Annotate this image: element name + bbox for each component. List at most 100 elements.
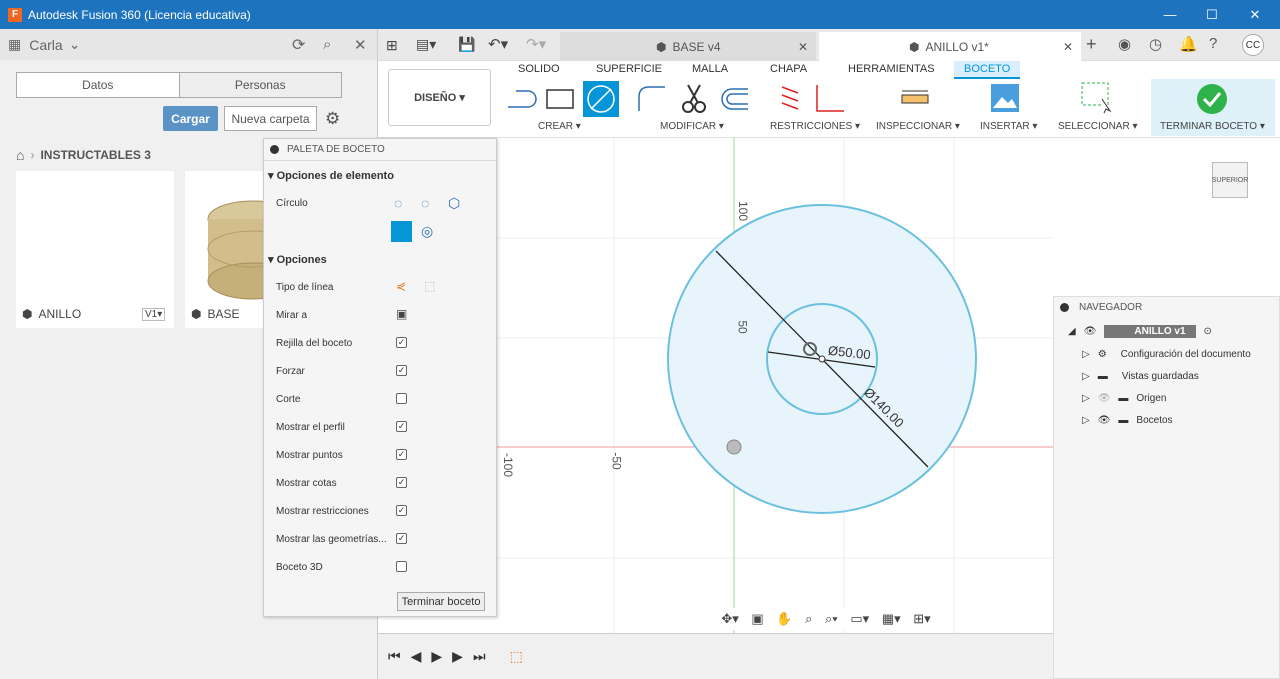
play-icon[interactable]: ▶ [431,648,442,665]
visibility-eye-icon[interactable]: 👁 [1098,393,1111,404]
workspace-selector[interactable]: DISEÑO ▾ [388,69,491,126]
tab-malla[interactable]: MALLA [692,63,728,75]
group-crear[interactable]: CREAR ▾ [538,121,581,132]
tab-anillo[interactable]: ⬢ ANILLO v1* ✕ [819,32,1081,61]
grid-settings-icon[interactable]: ▦▾ [882,611,901,627]
search-icon[interactable]: ⌕ [323,36,331,53]
checkbox-show-profile[interactable]: ✓ [396,421,407,432]
visibility-eye-icon[interactable]: 👁 [1098,415,1111,426]
tab-boceto[interactable]: BOCETO [954,61,1021,79]
fillet-icon[interactable] [635,83,667,115]
look-at-icon[interactable]: ▣ [751,611,763,627]
centerline-icon[interactable]: ⬚ [424,279,435,293]
save-icon[interactable]: 💾 [458,36,475,53]
maximize-button[interactable]: ☐ [1190,0,1234,29]
job-status-icon[interactable]: ◷ [1149,35,1162,53]
select-icon[interactable] [1080,81,1114,115]
tab-superficie[interactable]: SUPERFICIE [596,63,662,75]
grid-icon[interactable]: ⊞ [386,37,398,54]
circle-tool-icon[interactable] [583,81,619,117]
trim-icon[interactable] [678,81,710,115]
checkbox-snap[interactable]: ✓ [396,365,407,376]
breadcrumb-folder[interactable]: INSTRUCTABLES 3 [40,148,150,162]
zoom-icon[interactable]: ⌕ [805,611,812,627]
notifications-icon[interactable]: 🔔 [1179,35,1198,53]
rectangle-icon[interactable] [544,87,576,111]
pan-icon[interactable]: ✋ [776,611,792,627]
construction-line-icon[interactable]: ⋞ [396,279,406,293]
viewports-icon[interactable]: ⊞▾ [913,611,930,627]
avatar[interactable]: CC [1242,34,1264,56]
group-inspeccionar[interactable]: INSPECCIONAR ▾ [876,121,960,132]
palette-header[interactable]: PALETA DE BOCETO [264,139,496,161]
tab-personas[interactable]: Personas [178,73,341,97]
orbit-icon[interactable]: ✥▾ [721,611,738,627]
display-settings-icon[interactable]: ▭▾ [850,611,869,627]
view-cube[interactable]: SUPERIOR [1212,162,1248,198]
tree-root[interactable]: ◢ 👁 ANILLO v1 ⊙ [1068,325,1212,338]
new-folder-button[interactable]: Nueva carpeta [224,106,317,131]
go-to-end-icon[interactable]: ⏭ [473,648,486,665]
extensions-icon[interactable]: ◉ [1118,35,1131,53]
undo-icon[interactable]: ↶▾ [488,35,508,53]
checkbox-slice[interactable] [396,393,407,404]
group-terminar-boceto[interactable]: TERMINAR BOCETO ▾ [1160,121,1265,132]
checkbox-show-projected[interactable]: ✓ [396,533,407,544]
tree-item[interactable]: ▷ ▬ Vistas guardadas [1082,371,1199,382]
circle-tangent-3-icon[interactable]: ◎ [421,223,433,240]
insert-image-icon[interactable] [990,83,1020,113]
tab-solido[interactable]: SOLIDO [518,63,560,75]
minimize-button[interactable]: — [1148,0,1192,29]
navigator-header[interactable]: NAVEGADOR [1054,297,1279,317]
group-insertar[interactable]: INSERTAR ▾ [980,121,1037,132]
tab-chapa[interactable]: CHAPA [770,63,807,75]
sketch-drawing[interactable] [497,138,1053,633]
expand-arrow-icon[interactable]: ▷ [1082,371,1090,382]
checkbox-show-points[interactable]: ✓ [396,449,407,460]
measure-icon[interactable] [900,89,930,109]
new-tab-icon[interactable]: + [1086,34,1097,55]
expand-arrow-icon[interactable]: ▷ [1082,393,1090,404]
redo-icon[interactable]: ↷▾ [526,35,546,53]
offset-icon[interactable] [716,85,750,113]
gear-icon[interactable]: ⚙ [325,109,340,129]
user-name[interactable]: Carla [29,37,62,53]
collapse-icon[interactable] [270,145,279,154]
go-to-start-icon[interactable]: ⏮ [388,648,401,665]
checkbox-3d-sketch[interactable] [396,561,407,572]
tab-herramientas[interactable]: HERRAMIENTAS [848,63,935,75]
sketch-canvas[interactable]: Ø50.00 Ø140.00 100 50 -100 -50 SUPERIOR … [497,138,1248,633]
perpendicular-icon[interactable] [812,81,846,115]
sketch-feature-icon[interactable]: ⬚ [510,648,523,665]
step-back-icon[interactable]: ◀ [411,648,422,665]
file-card-base[interactable]: ⬢ BASE [185,171,265,328]
look-at-icon[interactable]: ▣ [396,307,407,321]
checkmark-icon[interactable] [1196,83,1228,115]
file-card-anillo[interactable]: ⬢ ANILLO V1▾ [16,171,174,328]
close-button[interactable]: ✕ [1233,0,1277,29]
home-icon[interactable]: ⌂ [16,147,24,163]
expand-icon[interactable]: ◢ [1068,326,1076,337]
circle-tangent-icon[interactable]: ⬡ [448,195,460,212]
section-options[interactable]: ▾ Opciones [268,253,327,266]
checkbox-sketch-grid[interactable]: ✓ [396,337,407,348]
tab-datos[interactable]: Datos [17,73,179,97]
refresh-icon[interactable]: ⟳ [292,35,305,55]
visibility-eye-icon[interactable]: 👁 [1084,326,1097,337]
step-forward-icon[interactable]: ▶ [452,648,463,665]
group-seleccionar[interactable]: SELECCIONAR ▾ [1058,121,1137,132]
checkbox-show-constraints[interactable]: ✓ [396,505,407,516]
collapse-icon[interactable] [1060,302,1069,312]
line-tool-icon[interactable] [504,87,538,111]
tree-item[interactable]: ▷ 👁 ▬ Origen [1082,393,1166,404]
close-tab-icon[interactable]: ✕ [1063,40,1073,54]
expand-arrow-icon[interactable]: ▷ [1082,349,1090,360]
tree-item[interactable]: ▷ ⚙ Configuración del documento [1082,349,1251,360]
close-panel-icon[interactable]: ✕ [354,36,367,54]
close-tab-icon[interactable]: ✕ [798,40,808,54]
group-modificar[interactable]: MODIFICAR ▾ [660,121,724,132]
expand-arrow-icon[interactable]: ▷ [1082,415,1090,426]
version-badge[interactable]: V1▾ [142,307,166,321]
checkbox-show-dimensions[interactable]: ✓ [396,477,407,488]
finish-sketch-button[interactable]: Terminar boceto [397,592,485,611]
